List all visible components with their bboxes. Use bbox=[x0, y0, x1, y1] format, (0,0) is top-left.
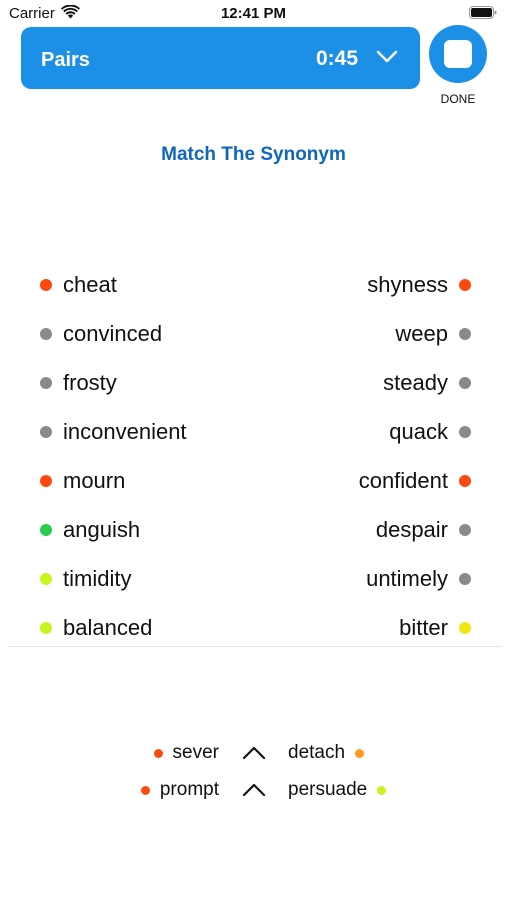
right-word-despair[interactable]: despair bbox=[376, 507, 471, 553]
status-dot bbox=[40, 279, 52, 291]
right-word-bitter[interactable]: bitter bbox=[399, 605, 471, 651]
divider bbox=[8, 646, 502, 647]
match-left-word: sever bbox=[153, 736, 219, 770]
match-right-label: persuade bbox=[288, 779, 368, 800]
word-label: steady bbox=[383, 370, 448, 395]
left-word-inconvenient[interactable]: inconvenient bbox=[40, 409, 187, 455]
word-label: despair bbox=[375, 517, 448, 542]
word-label: inconvenient bbox=[63, 419, 187, 444]
status-dot bbox=[40, 524, 52, 536]
word-label: balanced bbox=[63, 615, 153, 640]
status-dot bbox=[355, 748, 365, 758]
left-word-balanced[interactable]: balanced bbox=[40, 605, 152, 651]
word-label: anguish bbox=[63, 517, 141, 542]
status-dot bbox=[40, 573, 52, 585]
left-word-mourn[interactable]: mourn bbox=[40, 458, 125, 504]
right-word-untimely[interactable]: untimely bbox=[366, 556, 471, 602]
word-label: shyness bbox=[367, 272, 448, 297]
chevron-down-icon[interactable] bbox=[376, 49, 398, 65]
status-dot bbox=[459, 426, 471, 438]
left-word-timidity[interactable]: timidity bbox=[40, 556, 131, 602]
match-row[interactable]: sever detach bbox=[0, 736, 507, 770]
right-word-weep[interactable]: weep bbox=[395, 311, 471, 357]
word-label: quack bbox=[389, 419, 448, 444]
status-dot bbox=[459, 328, 471, 340]
stop-icon bbox=[444, 40, 472, 68]
match-right-label: detach bbox=[288, 742, 346, 763]
right-word-quack[interactable]: quack bbox=[389, 409, 471, 455]
word-label: frosty bbox=[63, 370, 117, 395]
status-dot bbox=[40, 622, 52, 634]
left-word-frosty[interactable]: frosty bbox=[40, 360, 117, 406]
word-label: cheat bbox=[63, 272, 117, 297]
word-label: weep bbox=[395, 321, 448, 346]
left-word-anguish[interactable]: anguish bbox=[40, 507, 140, 553]
status-dot bbox=[377, 785, 387, 795]
status-dot bbox=[40, 328, 52, 340]
status-time: 12:41 PM bbox=[220, 5, 287, 22]
status-dot bbox=[459, 524, 471, 536]
caret-up-icon bbox=[242, 783, 266, 797]
match-right-word: detach bbox=[288, 736, 365, 770]
battery-icon bbox=[469, 6, 497, 19]
done-button[interactable] bbox=[429, 25, 487, 83]
status-dot bbox=[40, 377, 52, 389]
match-left-label: sever bbox=[172, 742, 219, 763]
caret-up-icon bbox=[242, 746, 266, 760]
status-dot bbox=[40, 426, 52, 438]
match-left-label: prompt bbox=[159, 779, 219, 800]
word-label: bitter bbox=[399, 615, 448, 640]
right-word-confident[interactable]: confident bbox=[359, 458, 471, 504]
match-right-word: persuade bbox=[288, 773, 387, 807]
word-label: convinced bbox=[63, 321, 163, 346]
word-label: confident bbox=[358, 468, 448, 493]
status-dot bbox=[459, 622, 471, 634]
word-label: untimely bbox=[366, 566, 448, 591]
word-label: mourn bbox=[63, 468, 126, 493]
status-dot bbox=[459, 573, 471, 585]
done-label: DONE bbox=[440, 92, 476, 106]
left-word-cheat[interactable]: cheat bbox=[40, 262, 117, 308]
right-word-steady[interactable]: steady bbox=[383, 360, 471, 406]
game-header[interactable]: Pairs 0:45 bbox=[21, 27, 420, 89]
status-dot bbox=[459, 475, 471, 487]
status-dot bbox=[153, 748, 163, 758]
left-word-convinced[interactable]: convinced bbox=[40, 311, 162, 357]
status-dot bbox=[459, 377, 471, 389]
status-dot bbox=[40, 475, 52, 487]
match-row[interactable]: prompt persuade bbox=[0, 773, 507, 807]
timer: 0:45 bbox=[315, 47, 358, 70]
match-left-word: prompt bbox=[140, 773, 219, 807]
word-label: timidity bbox=[63, 566, 132, 591]
status-bar: Carrier 12:41 PM bbox=[0, 0, 507, 26]
game-mode-title: Pairs bbox=[41, 49, 90, 71]
right-word-shyness[interactable]: shyness bbox=[367, 262, 471, 308]
status-dot bbox=[140, 785, 150, 795]
page-title: Match The Synonym bbox=[161, 144, 346, 165]
status-dot bbox=[459, 279, 471, 291]
